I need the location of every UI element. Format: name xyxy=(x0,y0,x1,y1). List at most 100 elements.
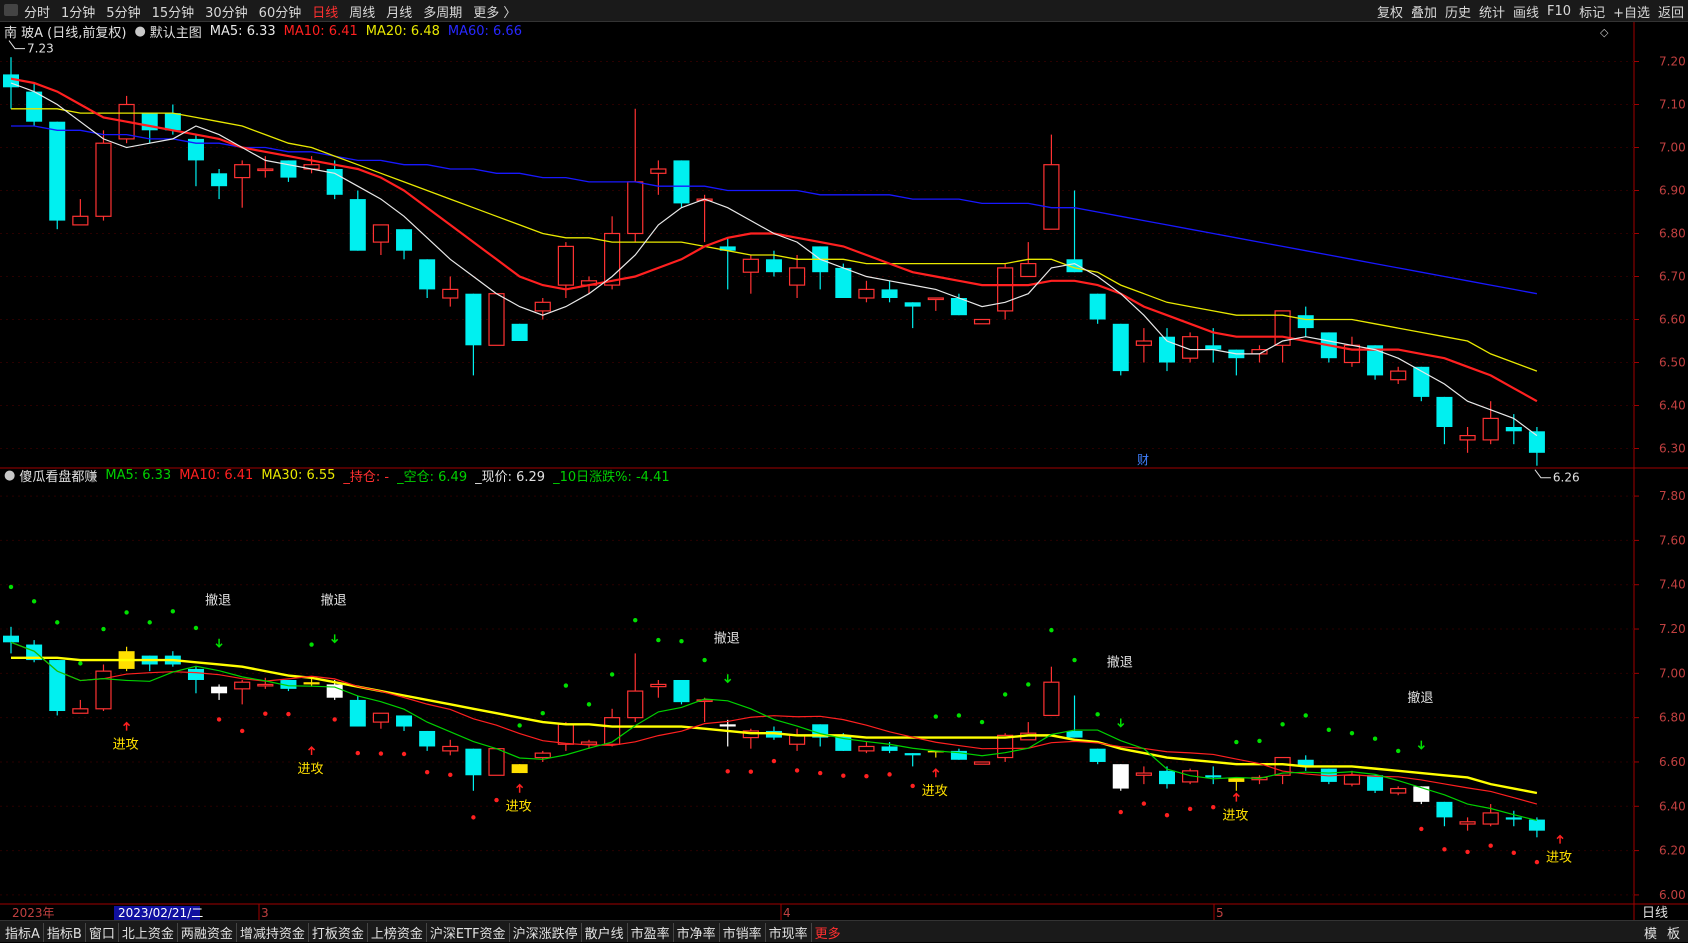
tool-button-0[interactable]: 复权 xyxy=(1377,2,1403,21)
period-tab-6[interactable]: 日线 xyxy=(312,2,338,21)
indicator-tab-3[interactable]: 北上资金 xyxy=(119,922,178,942)
sub-candle xyxy=(49,660,66,716)
bottom-toolbar: 指标A 指标B 窗口 北上资金 两融资金 增减持资金 打板资金 上榜资金 沪深ETF资金 沪深涨跌… xyxy=(0,920,1688,942)
candle-body xyxy=(1413,786,1430,802)
top-toolbar: 分时 1分钟 5分钟 15分钟 30分钟 60分钟 日线 周线 月线 多周期 更多 〉 复权 叠加 历史… xyxy=(0,0,1688,22)
period-tab-8[interactable]: 月线 xyxy=(386,2,412,21)
main-candle xyxy=(1043,134,1060,230)
period-tab-5[interactable]: 60分钟 xyxy=(259,2,302,21)
sar-dot xyxy=(1488,843,1493,848)
kline-charts[interactable]: 7.20 7.10 7.00 6.90 6.80 6.70 6.60 6.50 6.40 6.30… xyxy=(0,22,1688,920)
tool-button-8[interactable]: 返回 xyxy=(1658,2,1684,21)
indicator-tab-5[interactable]: 增减持资金 xyxy=(237,922,309,942)
x-axis-label: 2023年 xyxy=(12,906,55,920)
sar-dot xyxy=(193,625,199,631)
bottom-tool-1[interactable]: 板 xyxy=(1667,923,1680,942)
indicator-tab-8[interactable]: 沪深ETF资金 xyxy=(427,922,510,942)
indicator-tab-13[interactable]: 市销率 xyxy=(720,922,766,942)
candle-body xyxy=(1089,748,1106,762)
indicator-tab-11[interactable]: 市盈率 xyxy=(628,922,674,942)
indicator-tab-14[interactable]: 市现率 xyxy=(766,922,812,942)
period-tab-0[interactable]: 分时 xyxy=(24,2,50,21)
sar-dot xyxy=(1303,713,1308,718)
sub-tick-label: 6.80 xyxy=(1659,711,1686,725)
window-menu-icon[interactable] xyxy=(4,4,18,16)
main-candle xyxy=(1297,306,1314,337)
sar-dot xyxy=(609,672,615,677)
sar-dot xyxy=(910,783,915,789)
main-candle xyxy=(973,318,991,325)
candle-body xyxy=(303,682,320,685)
indicator-tab-0[interactable]: 指标A xyxy=(2,922,44,942)
sar-dot xyxy=(216,717,222,722)
tool-button-4[interactable]: 画线 xyxy=(1513,2,1539,21)
main-candle xyxy=(511,323,528,341)
indicator-tab-4[interactable]: 两融资金 xyxy=(178,922,237,942)
main-candle xyxy=(1112,323,1129,376)
period-tab-1[interactable]: 1分钟 xyxy=(61,2,95,21)
tool-button-5[interactable]: F10 xyxy=(1547,4,1571,19)
period-tab-9[interactable]: 多周期 xyxy=(423,2,462,21)
tool-button-2[interactable]: 历史 xyxy=(1445,2,1471,21)
period-tab-4[interactable]: 30分钟 xyxy=(205,2,248,21)
main-candle xyxy=(1343,336,1361,367)
sub-candle xyxy=(950,748,967,760)
sar-dot xyxy=(1072,657,1077,663)
sub-candle xyxy=(1043,666,1060,717)
bottom-tool-0[interactable]: 模 xyxy=(1644,923,1657,942)
indicator-tab-10[interactable]: 散户线 xyxy=(582,922,628,942)
main-candle xyxy=(1459,427,1476,453)
sub-candle xyxy=(1297,755,1314,771)
main-tick-label: 6.50 xyxy=(1659,356,1686,370)
attack-signal-label: 进攻 xyxy=(506,800,532,815)
main-tick-label: 6.30 xyxy=(1659,442,1686,456)
sar-dot xyxy=(124,610,129,615)
indicator-tab-1[interactable]: 指标B xyxy=(44,922,86,942)
candle-body xyxy=(1343,774,1361,785)
candle-body xyxy=(1505,427,1522,432)
finance-event-mark: 财 xyxy=(1137,453,1149,467)
main-candle xyxy=(465,293,482,376)
indicator-tab-12[interactable]: 市净率 xyxy=(674,922,720,942)
attack-signal-label: 进攻 xyxy=(922,784,948,799)
sub-candle xyxy=(627,653,644,723)
sar-dot xyxy=(1211,804,1216,810)
sar-dot xyxy=(979,719,985,725)
tool-button-3[interactable]: 统计 xyxy=(1479,2,1505,21)
sar-dot xyxy=(794,768,800,773)
sub-tick-label: 6.00 xyxy=(1659,888,1686,902)
period-tab-2[interactable]: 5分钟 xyxy=(106,2,140,21)
candle-body xyxy=(349,699,366,727)
sub-candle xyxy=(95,664,112,712)
sar-dot xyxy=(679,639,684,644)
main-candle xyxy=(742,255,759,294)
sub-candle xyxy=(396,715,413,731)
candle-body xyxy=(72,215,89,226)
candle-body xyxy=(881,746,898,751)
indicator-tab-more[interactable]: 更多 xyxy=(812,923,844,942)
indicator-tab-9[interactable]: 沪深涨跌停 xyxy=(510,922,582,942)
main-candle xyxy=(604,216,621,290)
indicator-tab-7[interactable]: 上榜资金 xyxy=(368,922,427,942)
candle-body xyxy=(1112,764,1129,789)
tool-button-7[interactable]: +自选 xyxy=(1613,2,1650,21)
sub-candle xyxy=(973,761,991,765)
period-tab-3[interactable]: 15分钟 xyxy=(152,2,195,21)
indicator-tab-2[interactable]: 窗口 xyxy=(86,922,119,942)
main-candle xyxy=(696,194,713,243)
tool-button-6[interactable]: 标记 xyxy=(1579,2,1605,21)
candle-body xyxy=(419,730,436,747)
sub-tick-label: 6.20 xyxy=(1659,844,1686,858)
tool-tabs: 复权 叠加 历史 统计 画线 F10 标记 +自选 返回 xyxy=(1369,0,1684,22)
period-tab-10[interactable]: 更多 〉 xyxy=(473,2,516,21)
candle-body xyxy=(765,259,782,273)
tool-button-1[interactable]: 叠加 xyxy=(1411,2,1437,21)
main-candle xyxy=(835,263,852,298)
period-tab-7[interactable]: 周线 xyxy=(349,2,375,21)
sar-dot xyxy=(309,642,314,647)
candle-body xyxy=(211,686,228,694)
main-candle xyxy=(534,298,551,320)
candle-body xyxy=(557,245,574,286)
main-tick-label: 6.40 xyxy=(1659,399,1686,413)
indicator-tab-6[interactable]: 打板资金 xyxy=(309,922,368,942)
